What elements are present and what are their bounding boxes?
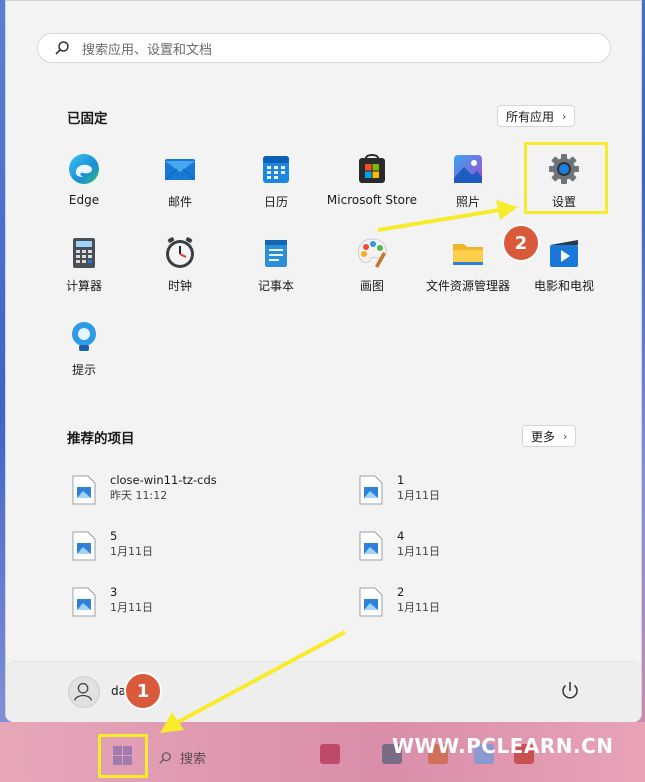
recommended-item[interactable]: 4 1月11日 [359,529,440,561]
app-label: 照片 [455,195,480,209]
app-label: 电影和电视 [533,279,594,293]
app-label: 文件资源管理器 [425,279,510,293]
pinned-app-clock[interactable]: 时钟 [132,236,228,294]
search-icon [55,41,69,55]
notepad-icon [259,236,293,270]
callout-2: 2 [502,224,540,262]
start-menu: 搜索应用、设置和文档 已固定 所有应用 › Edge 邮件 日历 Microso… [5,0,642,722]
item-name: close-win11-tz-cds [110,473,217,487]
app-label: 时钟 [167,279,192,293]
recommended-item[interactable]: 5 1月11日 [72,529,153,561]
image-file-icon [359,587,383,617]
pinned-app-paint[interactable]: 画图 [324,236,420,294]
pinned-app-tips[interactable]: 提示 [36,320,132,378]
image-file-icon [359,475,383,505]
recommended-title: 推荐的项目 [67,431,135,447]
calendar-icon [259,152,293,186]
movies-icon [547,236,581,270]
clock-icon [163,236,197,270]
power-icon[interactable] [559,680,581,702]
search-placeholder: 搜索应用、设置和文档 [82,42,213,58]
site-watermark: WWW.PCLEARN.CN [392,734,614,758]
app-label: 计算器 [65,279,102,293]
chevron-right-icon: › [563,429,568,443]
app-label: Microsoft Store [326,193,418,207]
item-time: 1月11日 [110,601,153,614]
item-name: 4 [397,529,405,543]
user-icon [73,682,93,701]
image-file-icon [72,587,96,617]
paint-icon [355,236,389,270]
pinned-app-edge[interactable]: Edge [36,152,132,207]
item-name: 5 [110,529,118,543]
photos-icon [451,152,485,186]
start-footer: dayang [6,662,641,722]
callout-1: 1 [124,672,162,710]
all-apps-label: 所有应用 [506,109,555,124]
app-label: 日历 [263,195,288,209]
app-label: 邮件 [167,195,192,209]
calculator-icon [67,236,101,270]
recommended-item[interactable]: 1 1月11日 [359,473,440,505]
item-time: 1月11日 [110,545,153,558]
taskbar-search[interactable]: 搜索 [158,748,206,767]
app-label: Edge [68,193,100,207]
start-button[interactable] [98,734,148,778]
folder-icon [451,236,485,270]
mail-icon [163,152,197,186]
recommended-item[interactable]: 3 1月11日 [72,585,153,617]
recommended-item[interactable]: close-win11-tz-cds 昨天 11:12 [72,473,217,505]
windows-logo-icon [113,746,132,765]
app-label: 记事本 [257,279,294,293]
image-file-icon [359,531,383,561]
more-label: 更多 [531,429,556,444]
tips-icon [67,320,101,354]
item-name: 2 [397,585,405,599]
pinned-app-store[interactable]: Microsoft Store [324,152,420,207]
image-file-icon [72,475,96,505]
item-time: 1月11日 [397,545,440,558]
item-name: 3 [110,585,118,599]
pinned-title: 已固定 [67,111,108,127]
pinned-app-calculator[interactable]: 计算器 [36,236,132,294]
all-apps-button[interactable]: 所有应用 › [497,105,576,127]
more-button[interactable]: 更多 › [522,425,577,447]
item-time: 1月11日 [397,601,440,614]
recommended-item[interactable]: 2 1月11日 [359,585,440,617]
pinned-app-notepad[interactable]: 记事本 [228,236,324,294]
settings-highlight-box [524,142,608,214]
pinned-app-mail[interactable]: 邮件 [132,152,228,210]
app-label: 提示 [71,363,96,377]
item-name: 1 [397,473,405,487]
store-icon [355,152,389,186]
item-time: 1月11日 [397,489,440,502]
app-label: 画图 [359,279,384,293]
chevron-right-icon: › [562,109,567,123]
taskbar-app-icon[interactable] [320,744,340,764]
pinned-app-calendar[interactable]: 日历 [228,152,324,210]
user-avatar[interactable] [68,676,100,708]
taskbar-search-label: 搜索 [180,752,207,767]
search-icon [159,751,171,764]
taskbar: 搜索 WWW.PCLEARN.CN [0,722,645,782]
search-box[interactable]: 搜索应用、设置和文档 [37,33,611,63]
item-time: 昨天 11:12 [110,489,168,502]
pinned-app-photos[interactable]: 照片 [420,152,516,210]
image-file-icon [72,531,96,561]
edge-icon [67,152,101,186]
